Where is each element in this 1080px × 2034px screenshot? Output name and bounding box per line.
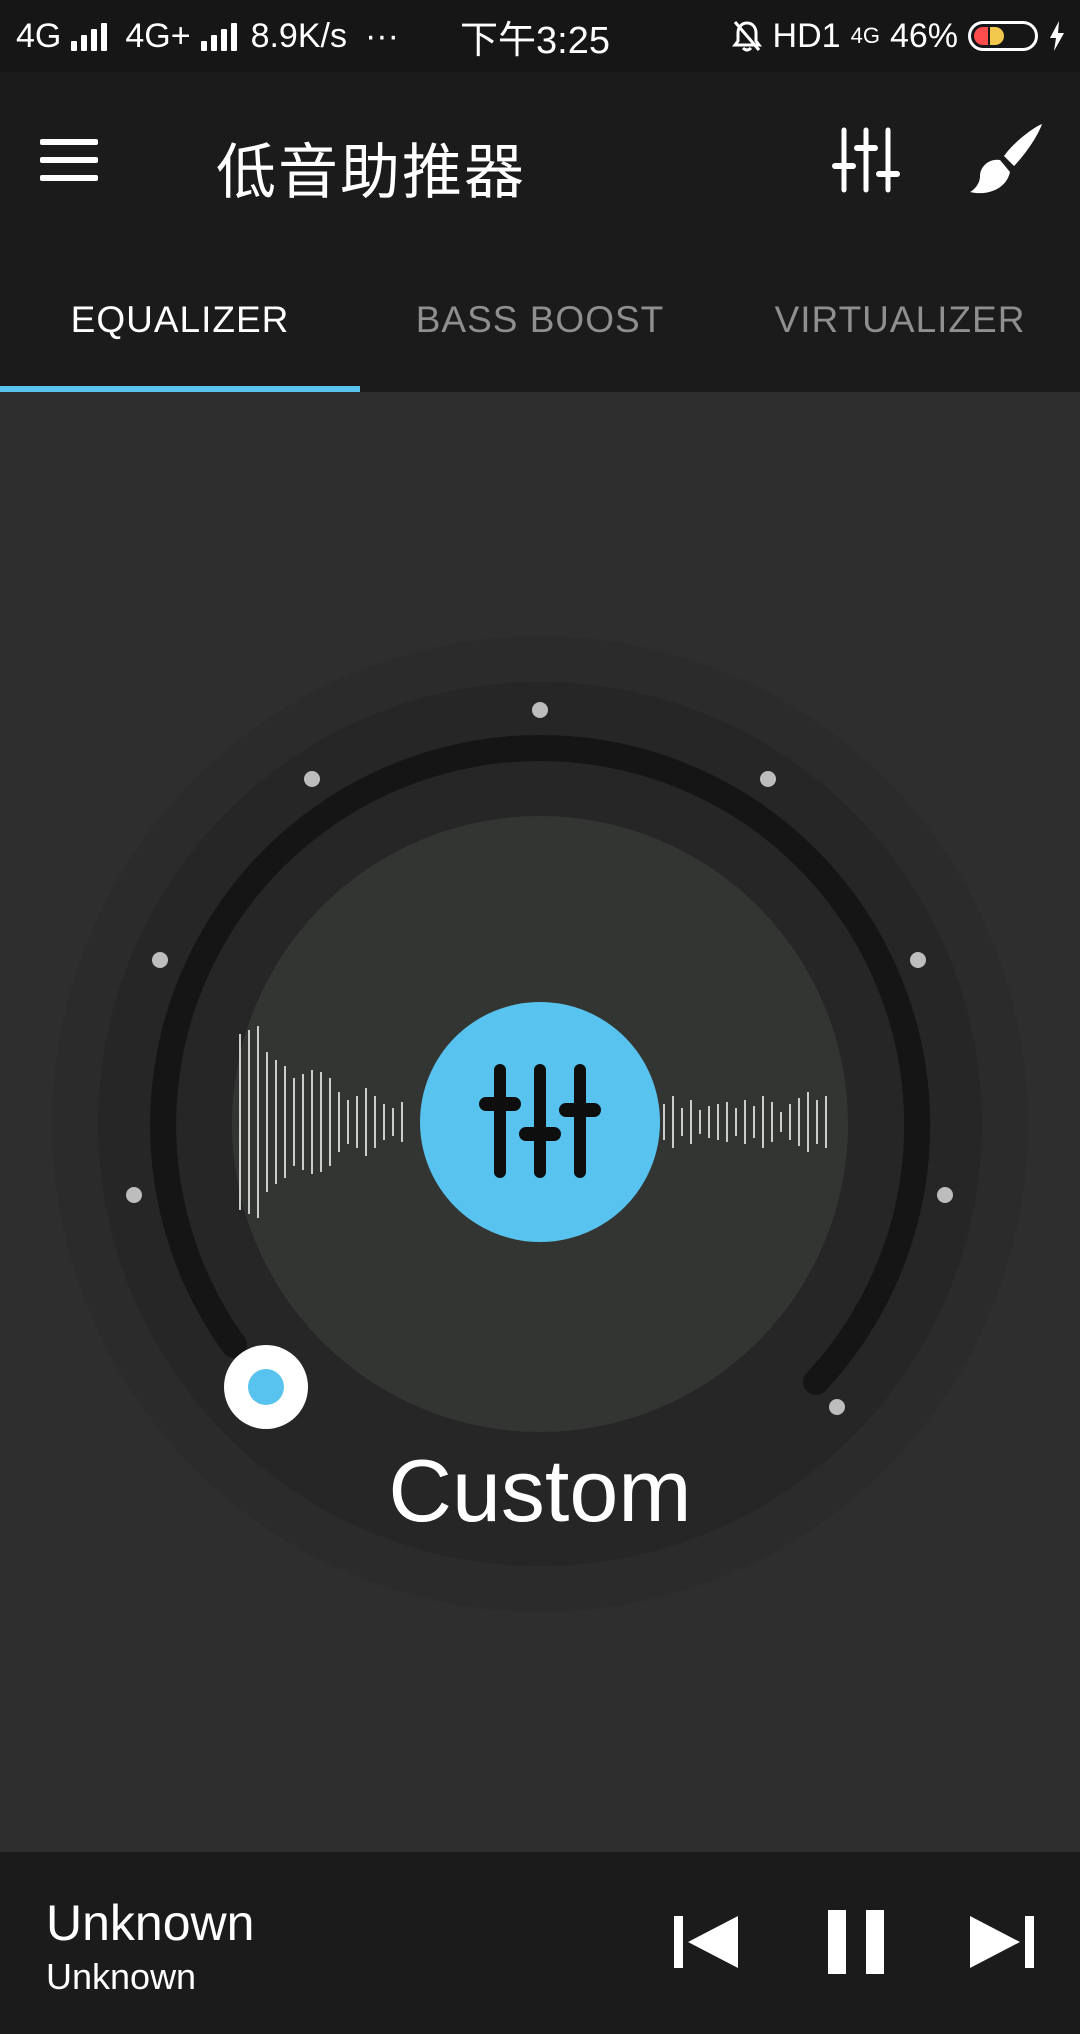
app-bar: 低音助推器 xyxy=(0,72,1080,248)
tab-label: BASS BOOST xyxy=(415,299,665,340)
knob-tick-dot xyxy=(532,702,548,718)
status-time: 下午3:25 xyxy=(460,19,610,62)
status-right: HD1 4G 46% xyxy=(731,0,1066,72)
status-bar: 4G 4G+ 8.9K/s ··· 下午3:25 HD1 4G 46% xyxy=(0,0,1080,72)
next-track-icon[interactable] xyxy=(962,1902,1042,1982)
track-title: Unknown xyxy=(46,1895,255,1951)
app-title: 低音助推器 xyxy=(216,138,526,208)
tab-label: EQUALIZER xyxy=(70,299,290,340)
menu-button[interactable] xyxy=(40,128,128,192)
center-equalizer-icon xyxy=(479,1064,601,1178)
battery-icon xyxy=(968,21,1038,51)
menu-icon-bar xyxy=(40,175,98,181)
tab-bass-boost[interactable]: BASS BOOST xyxy=(360,248,720,392)
menu-icon-bar xyxy=(40,157,98,163)
network-label-2: 4G+ xyxy=(125,16,191,55)
tab-virtualizer[interactable]: VIRTUALIZER xyxy=(720,248,1080,392)
previous-track-icon[interactable] xyxy=(666,1902,746,1982)
pause-icon[interactable] xyxy=(816,1902,896,1982)
equalizer-panel: Custom xyxy=(0,392,1080,1852)
network-speed: 8.9K/s xyxy=(250,16,347,55)
menu-icon-bar xyxy=(40,139,98,145)
knob-handle xyxy=(224,1345,308,1429)
preset-name[interactable]: Custom xyxy=(0,1440,1080,1542)
lte-label: 4G xyxy=(850,23,880,48)
knob-tick-dot xyxy=(304,771,320,787)
knob-tick-dot xyxy=(937,1187,953,1203)
tab-bar: EQUALIZER BASS BOOST VIRTUALIZER xyxy=(0,248,1080,392)
equalizer-settings-icon[interactable] xyxy=(826,120,906,200)
equalizer-knob[interactable] xyxy=(0,392,1080,1852)
tab-equalizer[interactable]: EQUALIZER xyxy=(0,248,360,392)
hd-label: HD1 xyxy=(772,16,841,55)
knob-tick-dot xyxy=(910,952,926,968)
paint-brush-icon[interactable] xyxy=(966,120,1046,200)
mute-bell-icon xyxy=(731,21,762,52)
network-label-1: 4G xyxy=(16,16,62,55)
tab-label: VIRTUALIZER xyxy=(774,299,1026,340)
knob-tick-dot xyxy=(760,771,776,787)
signal-icon-1 xyxy=(71,21,108,51)
mini-player[interactable]: Unknown Unknown xyxy=(0,1852,1080,2034)
knob-tick-dot xyxy=(126,1187,142,1203)
knob-tick-dot xyxy=(152,952,168,968)
battery-percent: 46% xyxy=(889,16,958,55)
track-artist: Unknown xyxy=(46,1956,197,1997)
more-indicator: ··· xyxy=(364,16,399,55)
status-left: 4G 4G+ 8.9K/s ··· xyxy=(16,0,399,72)
signal-icon-2 xyxy=(200,21,237,51)
charging-icon xyxy=(1050,21,1064,51)
knob-tick-dot xyxy=(829,1399,845,1415)
